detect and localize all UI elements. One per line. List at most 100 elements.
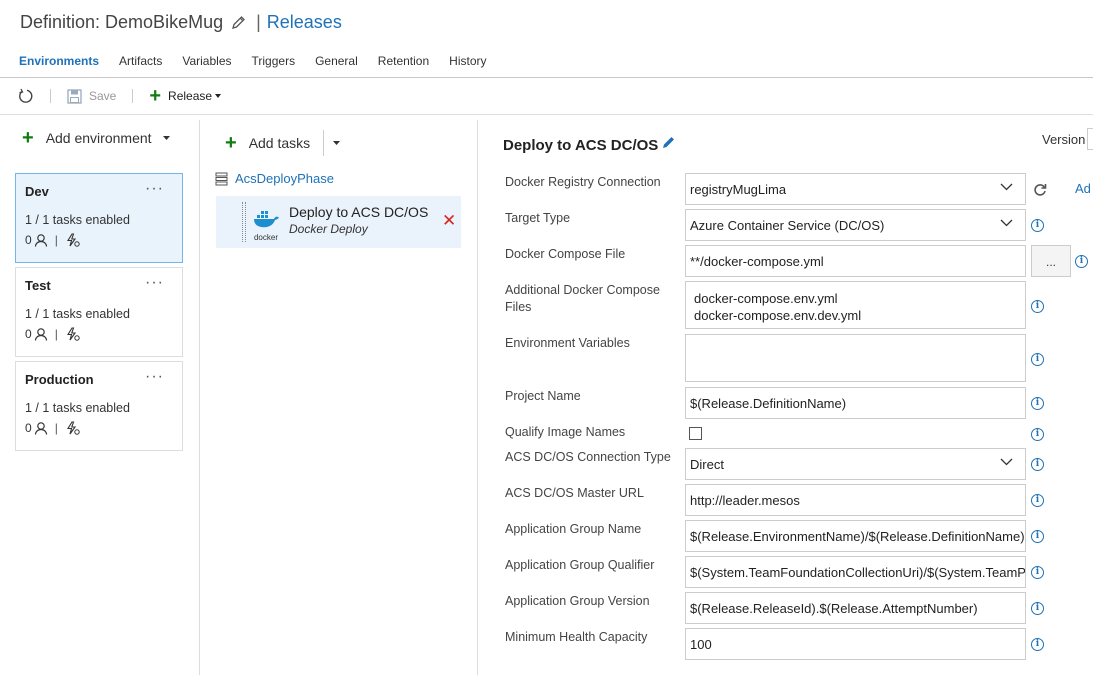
info-icon[interactable]: i [1031,458,1044,471]
more-options-icon[interactable]: ··· [145,368,164,386]
approvers-count: 0 [25,327,32,341]
tab-bar: Environments Artifacts Variables Trigger… [0,52,497,70]
task-item[interactable]: docker Deploy to ACS DC/OS Docker Deploy… [216,196,461,248]
lightning-icon[interactable] [65,327,80,341]
plus-icon: + [22,127,34,149]
task-editor-title: Deploy to ACS DC/OS [503,135,676,154]
tab-retention[interactable]: Retention [368,52,439,70]
project-name-label: Project Name [505,389,581,403]
approvers-count: 0 [25,233,32,247]
footer-separator: | [54,233,58,247]
info-icon[interactable]: i [1031,428,1044,441]
master-url-value: http://leader.mesos [690,492,800,508]
chevron-down-icon[interactable] [332,140,341,146]
connection-type-select[interactable]: Direct [685,448,1026,480]
title-separator: | [256,12,261,32]
info-icon[interactable]: i [1031,219,1044,232]
project-name-input[interactable]: $(Release.DefinitionName) [685,387,1026,419]
master-url-label: ACS DC/OS Master URL [505,486,644,500]
app-group-name-input[interactable]: $(Release.EnvironmentName)/$(Release.Def… [685,520,1026,552]
more-options-icon[interactable]: ··· [145,274,164,292]
version-select[interactable] [1087,128,1093,150]
registry-label: Docker Registry Connection [505,175,661,189]
registry-select[interactable]: registryMugLima [685,173,1026,205]
target-type-select[interactable]: Azure Container Service (DC/OS) [685,209,1026,241]
person-icon[interactable] [34,233,48,247]
min-health-label: Minimum Health Capacity [505,630,648,644]
pencil-icon[interactable] [231,15,246,30]
compose-file-value: **/docker-compose.yml [690,253,824,269]
tab-history[interactable]: History [439,52,496,70]
footer-separator: | [54,421,58,435]
release-label: Release [168,89,213,103]
add-tasks-label: Add tasks [248,135,311,151]
info-icon[interactable]: i [1031,602,1044,615]
info-icon[interactable]: i [1031,300,1044,313]
add-environment-button[interactable]: + Add environment [22,127,171,149]
person-icon[interactable] [34,421,48,435]
info-icon[interactable]: i [1075,255,1088,268]
info-icon[interactable]: i [1031,566,1044,579]
chevron-down-icon [1000,458,1013,466]
app-group-qualifier-input[interactable]: $(System.TeamFoundationCollectionUri)/$(… [685,556,1026,588]
plus-icon: + [149,85,162,107]
add-connection-link[interactable]: Ad [1075,181,1091,196]
docker-icon: docker [252,210,280,242]
info-icon[interactable]: i [1031,397,1044,410]
browse-button[interactable]: ... [1031,245,1071,277]
approvers-count: 0 [25,421,32,435]
connection-type-value: Direct [690,456,724,472]
close-icon[interactable]: ✕ [442,211,456,231]
release-button[interactable]: + Release [149,85,222,107]
info-icon[interactable]: i [1031,530,1044,543]
min-health-input[interactable]: 100 [685,628,1026,660]
chevron-down-icon [215,94,222,98]
lightning-icon[interactable] [65,233,80,247]
app-group-version-input[interactable]: $(Release.ReleaseId).$(Release.AttemptNu… [685,592,1026,624]
tab-variables[interactable]: Variables [172,52,241,70]
registry-value: registryMugLima [690,181,787,197]
plus-icon: + [225,132,237,154]
info-icon[interactable]: i [1031,494,1044,507]
person-icon[interactable] [34,327,48,341]
drag-handle[interactable] [242,202,246,242]
task-title: Deploy to ACS DC/OS [503,137,659,154]
deploy-phase[interactable]: AcsDeployPhase [215,171,334,186]
lightning-icon[interactable] [65,421,80,435]
reload-icon[interactable] [1033,183,1047,197]
additional-compose-textarea[interactable]: docker-compose.env.yml docker-compose.en… [685,281,1026,329]
split-divider [323,130,325,156]
additional-compose-label: Additional Docker Compose Files [505,283,660,314]
task-type: Docker Deploy [289,222,368,236]
master-url-input[interactable]: http://leader.mesos [685,484,1026,516]
tab-triggers[interactable]: Triggers [242,52,306,70]
save-label: Save [89,89,117,103]
add-tasks-button[interactable]: + Add tasks [225,132,311,154]
toolbar-separator [50,89,51,103]
environment-card-production[interactable]: Production ··· 1 / 1 tasks enabled 0 | [15,361,183,451]
save-icon [67,88,82,104]
more-options-icon[interactable]: ··· [145,180,164,198]
env-vars-textarea[interactable] [685,334,1026,382]
info-icon[interactable]: i [1031,353,1044,366]
environment-card-dev[interactable]: Dev ··· 1 / 1 tasks enabled 0 | [15,173,183,263]
app-group-name-label: Application Group Name [505,522,642,536]
releases-link[interactable]: Releases [267,12,342,33]
env-vars-label: Environment Variables [505,336,630,350]
pencil-icon[interactable] [662,135,676,149]
environment-card-test[interactable]: Test ··· 1 / 1 tasks enabled 0 | [15,267,183,357]
tab-general[interactable]: General [305,52,368,70]
app-group-version-value: $(Release.ReleaseId).$(Release.AttemptNu… [690,600,978,616]
min-health-value: 100 [690,636,712,652]
tab-environments[interactable]: Environments [0,52,109,70]
chevron-down-icon [1000,183,1013,191]
refresh-icon[interactable] [18,88,34,104]
qualify-images-checkbox[interactable] [689,427,702,440]
target-type-value: Azure Container Service (DC/OS) [690,217,885,233]
info-icon[interactable]: i [1031,638,1044,651]
save-button[interactable]: Save [67,88,117,104]
page-title: Definition: DemoBikeMug | Releases [20,12,342,33]
compose-file-input[interactable]: **/docker-compose.yml [685,245,1026,277]
tab-artifacts[interactable]: Artifacts [109,52,172,70]
toolbar-divider [0,114,1093,115]
